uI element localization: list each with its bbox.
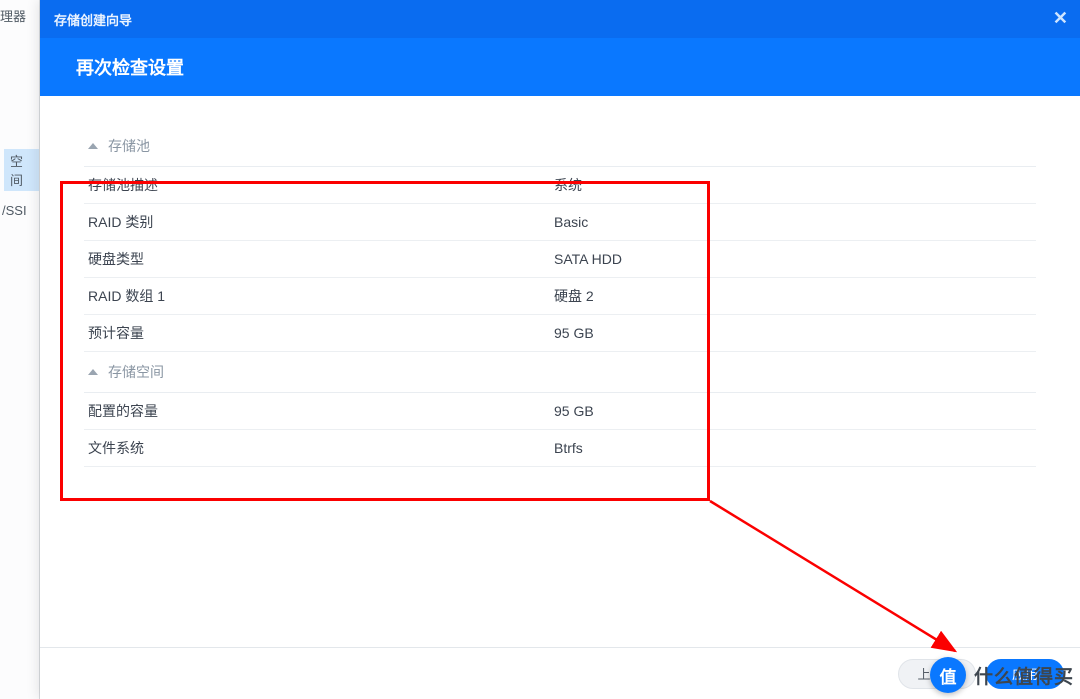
row-value: 95 GB [554,403,1036,419]
row-label: RAID 类别 [84,212,554,232]
row-label: 预计容量 [84,323,554,343]
modal-body: 存储池 存储池描述 系统 RAID 类别 Basic 硬盘类型 SATA HDD… [40,96,1080,699]
summary-row: 预计容量 95 GB [84,315,1036,352]
row-value: 硬盘 2 [554,286,1036,306]
row-value: Basic [554,214,1036,230]
bg-text-fragment: 理器 [0,6,26,25]
summary-row: 存储池描述 系统 [84,167,1036,204]
row-label: 存储池描述 [84,175,554,195]
bg-text-fragment-selected: 空间 [4,149,39,191]
watermark-text: 什么值得买 [974,662,1074,689]
watermark: 值 什么值得买 [930,657,1074,693]
section-header-volume[interactable]: 存储空间 [84,352,1036,393]
watermark-badge-icon: 值 [930,657,966,693]
chevron-up-icon [88,143,98,149]
row-label: RAID 数组 1 [84,286,554,306]
modal-heading-text: 再次检查设置 [76,54,184,80]
row-label: 配置的容量 [84,401,554,421]
modal-heading: 再次检查设置 [40,38,1080,96]
row-value: 系统 [554,175,1036,195]
section-title: 存储空间 [108,362,164,382]
section-title: 存储池 [108,136,150,156]
chevron-up-icon [88,369,98,375]
summary-row: RAID 数组 1 硬盘 2 [84,278,1036,315]
close-icon[interactable]: ✕ [1053,8,1068,29]
section-header-storage-pool[interactable]: 存储池 [84,126,1036,167]
bg-text-fragment: /SSI [2,203,27,218]
row-label: 文件系统 [84,438,554,458]
summary-row: RAID 类别 Basic [84,204,1036,241]
background-sidebar-fragment: 理器 空间 /SSI [0,0,40,699]
summary-row: 硬盘类型 SATA HDD [84,241,1036,278]
modal-title: 存储创建向导 [54,10,132,29]
summary-row: 配置的容量 95 GB [84,393,1036,430]
modal-titlebar: 存储创建向导 ✕ [40,0,1080,38]
row-value: SATA HDD [554,251,1036,267]
storage-wizard-modal: 存储创建向导 ✕ 再次检查设置 存储池 存储池描述 系统 RAID 类别 Bas… [40,0,1080,699]
row-value: Btrfs [554,440,1036,456]
row-label: 硬盘类型 [84,249,554,269]
modal-footer: 上一步 应用 [40,647,1080,699]
row-value: 95 GB [554,325,1036,341]
summary-row: 文件系统 Btrfs [84,430,1036,467]
